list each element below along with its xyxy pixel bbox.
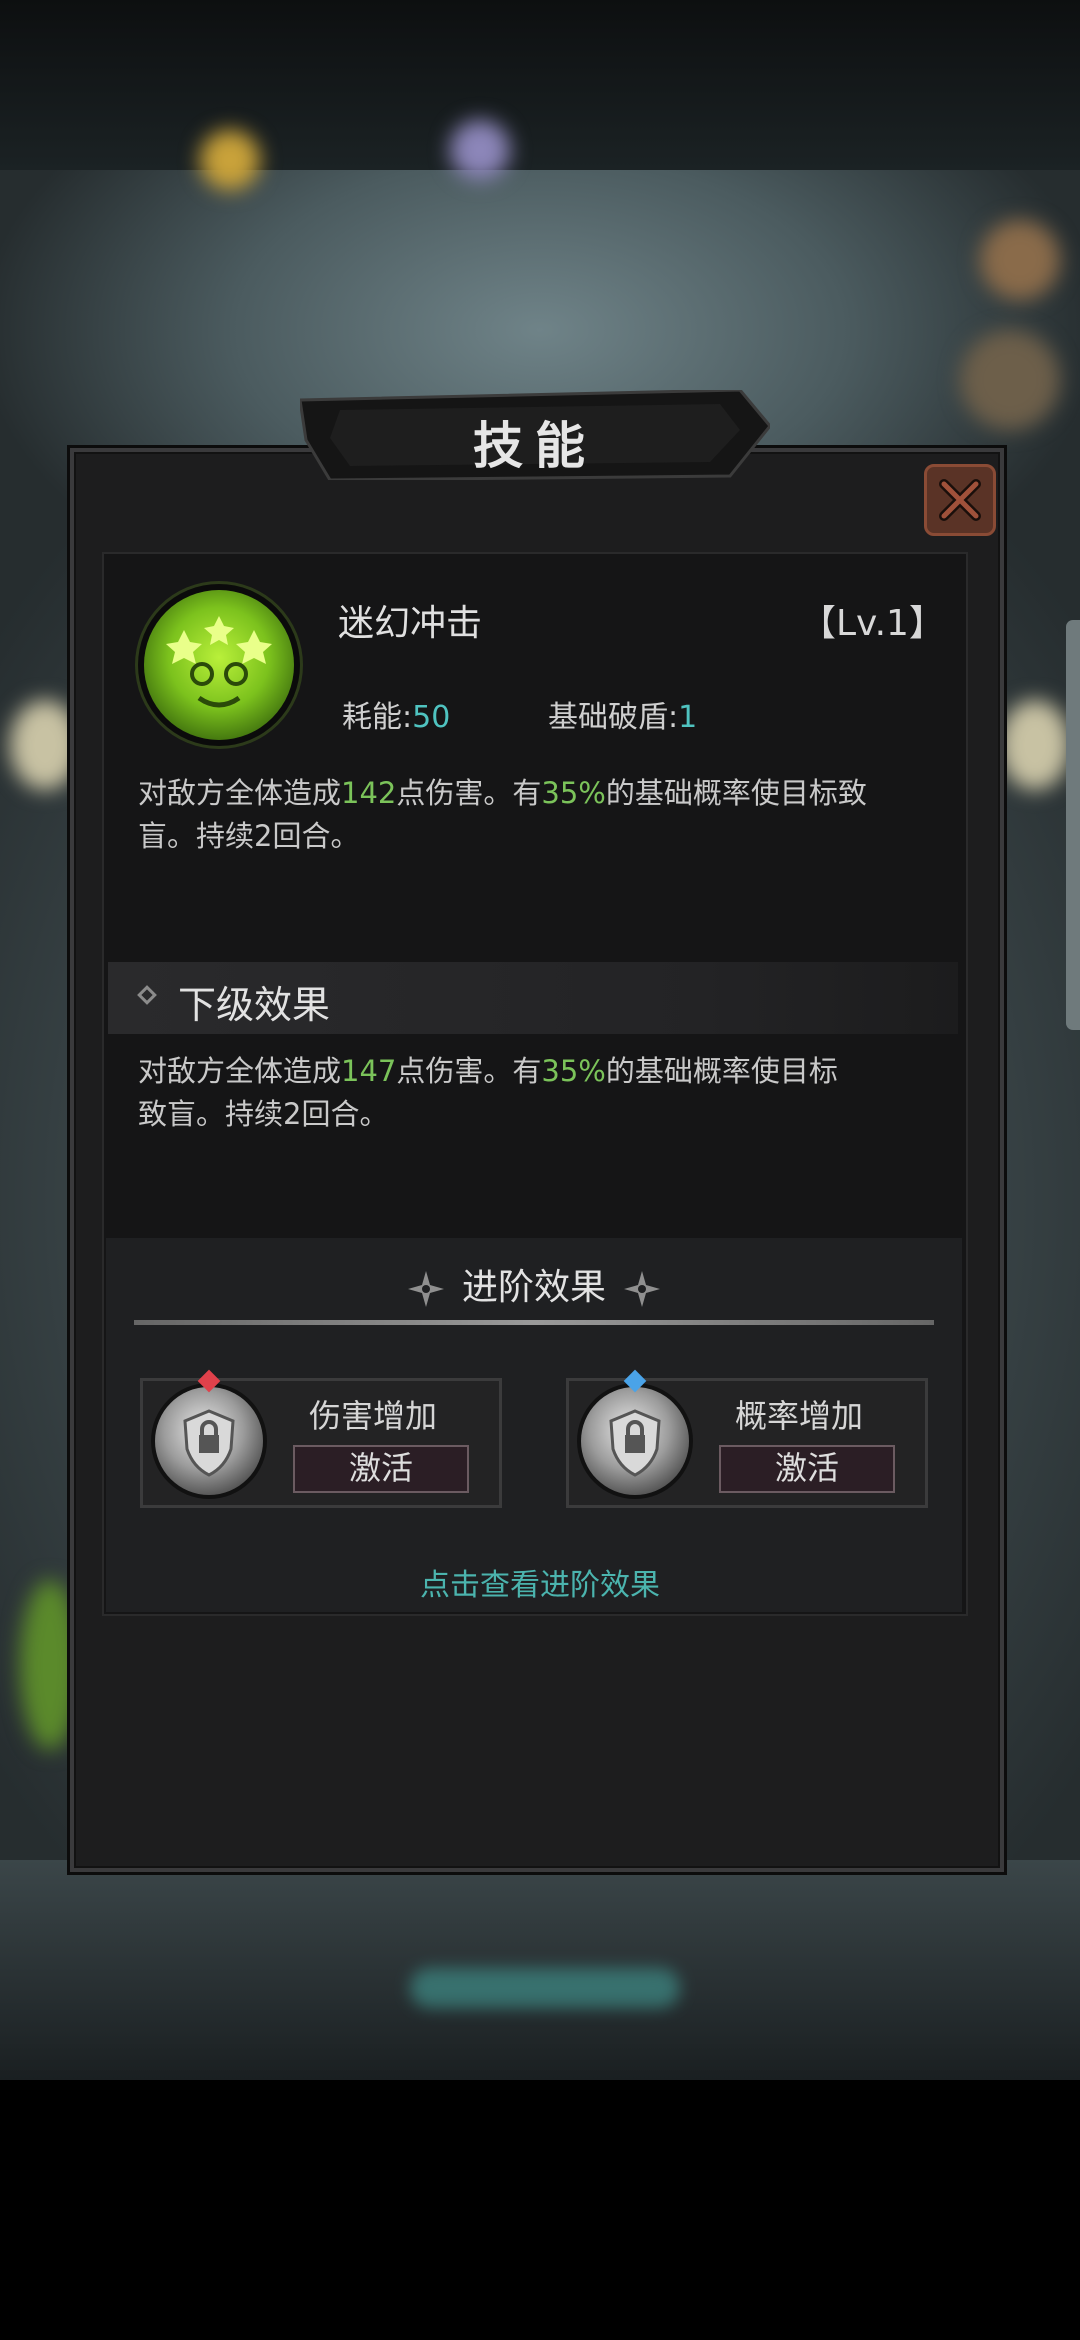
blurred-coin-icon [200,130,260,190]
next-level-header: 下级效果 [108,962,958,1034]
next-level-description: 对敌方全体造成147点伤害。有35%的基础概率使目标 致盲。持续2回合。 [138,1050,968,1136]
advanced-card-chance[interactable]: 概率增加 激活 [566,1369,928,1508]
skill-level: 【Lv.1】 [800,603,945,644]
advanced-effects-header: 进阶效果 [106,1258,962,1310]
blurred-side-icon [980,220,1060,300]
close-button[interactable] [924,464,996,536]
next-level-title: 下级效果 [178,983,331,1027]
advanced-divider [134,1320,934,1325]
activate-button[interactable]: 激活 [719,1445,895,1493]
view-advanced-effects-link[interactable]: 点击查看进阶效果 [0,1560,1080,1604]
psychedelic-face-icon [144,590,294,740]
locked-shield-icon [155,1387,263,1495]
activate-button[interactable]: 激活 [293,1445,469,1493]
next-desc-line-1: 对敌方全体造成147点伤害。有35%的基础概率使目标 [138,1054,838,1088]
energy-cost-value: 50 [412,700,451,735]
next-desc-line-2: 致盲。持续2回合。 [138,1097,389,1131]
close-x-icon [939,479,981,521]
desc-line-1: 对敌方全体造成142点伤害。有35%的基础概率使目标致 [138,776,867,810]
side-scroll-handle[interactable] [1066,620,1080,1030]
advanced-card-label: 伤害增加 [309,1397,438,1435]
advanced-card-damage[interactable]: 伤害增加 激活 [140,1369,502,1508]
sparkle-left-icon [407,1271,444,1307]
blurred-top-bar [0,0,1080,170]
blurred-right-light [1000,700,1070,790]
blurred-side-icon-2 [960,330,1060,430]
skill-name: 迷幻冲击 [338,603,483,644]
advanced-card-label: 概率增加 [735,1397,864,1435]
shield-break-label: 基础破盾: [548,700,679,735]
title-banner: 技能 [300,390,770,480]
diamond-bullet-icon [137,985,157,1005]
blurred-gem-icon [450,120,510,180]
locked-shield-icon [581,1387,689,1495]
sparkle-right-icon [624,1271,660,1307]
energy-cost-label: 耗能: [342,700,413,735]
shield-break-value: 1 [678,700,698,735]
blurred-glow-button [410,1968,680,2008]
advanced-effects-title: 进阶效果 [461,1267,606,1308]
dialog-title: 技能 [473,417,597,475]
base-shield-break: 基础破盾:1 [548,692,697,736]
desc-line-2: 盲。持续2回合。 [138,819,360,853]
advanced-effects-box: 进阶效果 伤害增加 激活 概率增加 激活 [106,1238,962,1612]
skill-description: 对敌方全体造成142点伤害。有35%的基础概率使目标致 盲。持续2回合。 [138,772,968,858]
energy-cost: 耗能:50 [342,692,450,736]
